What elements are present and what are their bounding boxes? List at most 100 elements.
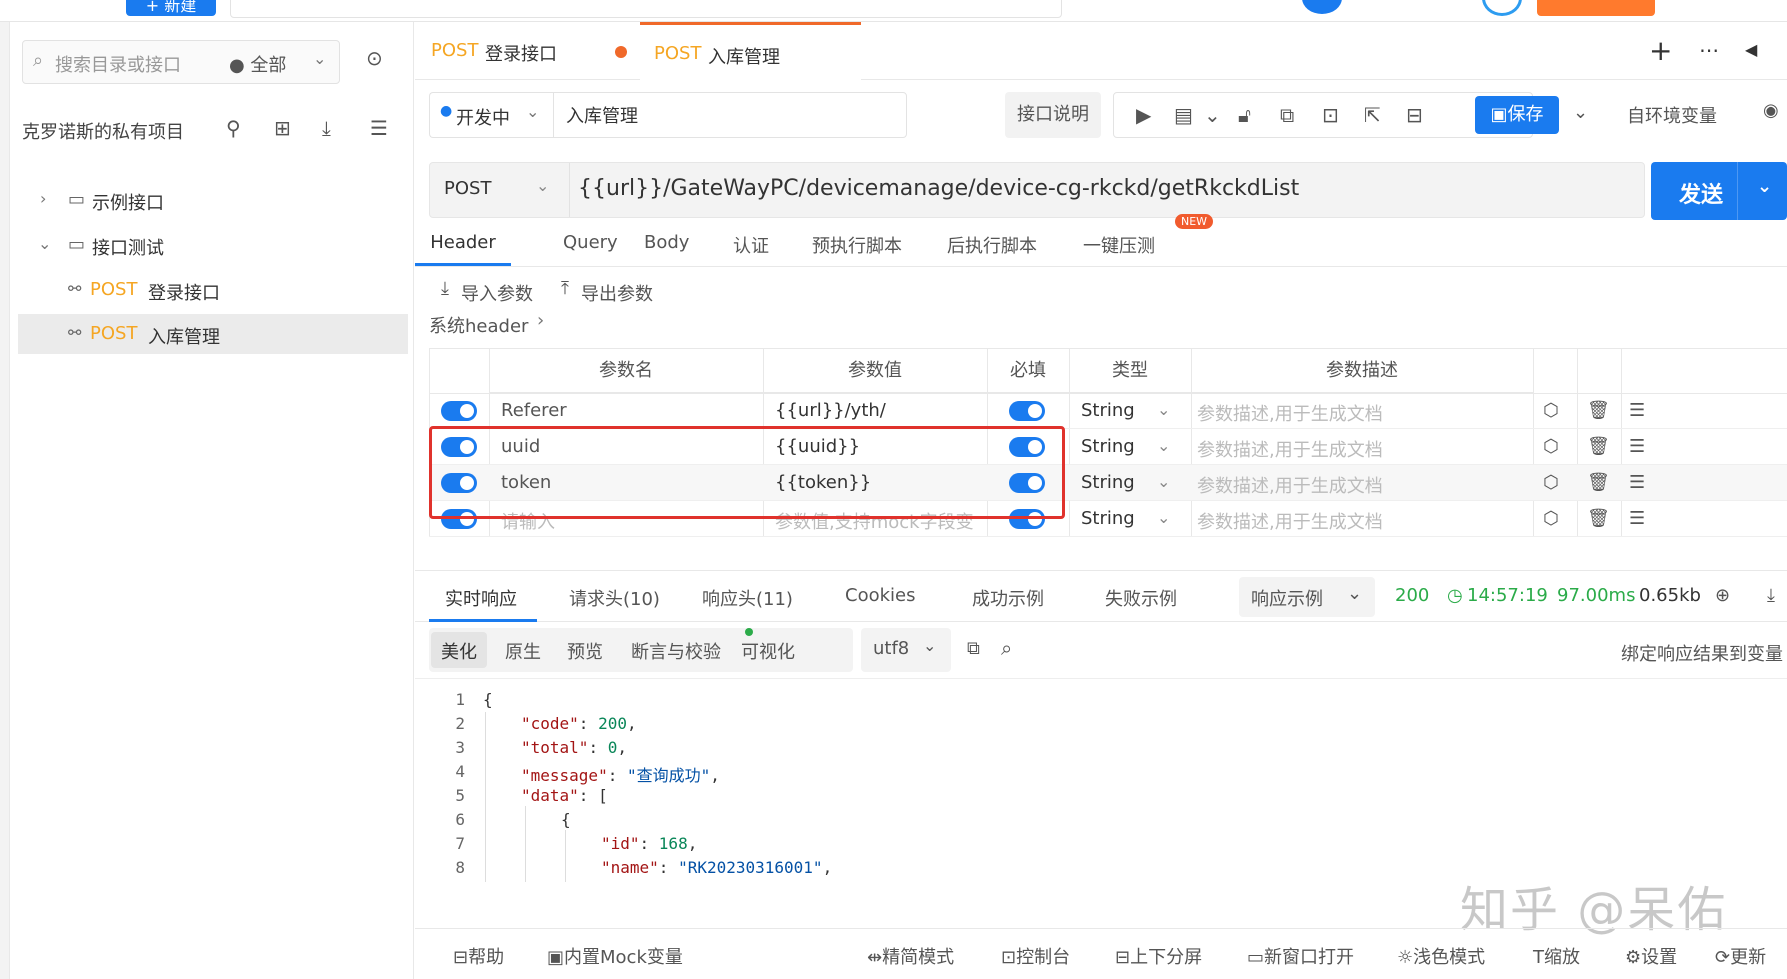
lock-icon[interactable]: 🔓︎ [1238,103,1251,127]
trash-icon[interactable]: 🗑︎ [1587,472,1610,493]
add-api-icon[interactable]: ⚲ [226,116,241,140]
copy-icon[interactable]: ⧉ [967,638,980,659]
tab-preview[interactable]: 预览 [567,638,603,664]
example-select[interactable]: 响应示例 ⌄ [1239,577,1375,617]
param-desc[interactable]: 参数描述,用于生成文档 [1197,508,1383,534]
tab-response-headers[interactable]: 响应头(11) [702,585,793,611]
param-name[interactable]: Referer [501,400,567,421]
export-button[interactable]: 导出参数 [581,280,653,306]
doc-icon[interactable]: ▤ [1174,103,1193,127]
tree-folder-tests[interactable]: ⌄ ▭ 接口测试 [18,225,408,265]
chevron-down-icon[interactable]: ⌄ [1573,102,1588,123]
chevron-down-icon[interactable]: ⌄ [313,49,326,68]
status-icon[interactable] [1302,0,1342,14]
tab-query[interactable]: Query [563,222,618,266]
chevron-down-icon[interactable]: ⌄ [1757,176,1772,197]
top-tabs-box[interactable] [230,0,1062,18]
tab-body[interactable]: Body [644,222,689,266]
add-tab-icon[interactable]: + [1649,34,1672,67]
copy-icon[interactable]: ⧉ [1280,103,1294,127]
update-button[interactable]: ⟳更新 [1715,943,1766,969]
tab-assertion[interactable]: 断言与校验 [631,638,721,664]
eye-icon[interactable]: ◉ [1763,100,1779,121]
required-toggle[interactable] [1009,401,1045,421]
compact-mode-button[interactable]: ⇹精简模式 [867,943,954,969]
tab-post-script[interactable]: 后执行脚本 [947,222,1037,266]
help-button[interactable]: ⊟帮助 [453,943,504,969]
tab-raw[interactable]: 原生 [505,638,541,664]
theme-button[interactable]: ☼浅色模式 [1397,943,1485,969]
bind-response-link[interactable]: 绑定响应结果到变量 [1621,640,1783,666]
search-input[interactable]: ⌕ 搜索目录或接口 ● 全部 ⌄ [22,40,340,84]
drag-icon[interactable]: ☰ [1629,400,1645,421]
tree-item-inbound[interactable]: ⚯ POST 入库管理 [18,314,408,354]
param-desc[interactable]: 参数描述,用于生成文档 [1197,472,1383,498]
tab-pretty[interactable]: 美化 [441,638,477,664]
mock-vars-button[interactable]: ▣内置Mock变量 [547,943,683,969]
cube-icon[interactable]: ⬡ [1543,400,1559,421]
save-button[interactable]: ▣保存 [1475,96,1559,134]
import-button[interactable]: 导入参数 [461,280,533,306]
url-input[interactable]: {{url}}/GateWayPC/devicemanage/device-cg… [578,176,1299,201]
tab-live-response[interactable]: 实时响应 [445,585,517,611]
cube-icon[interactable]: ⬡ [1543,508,1559,529]
trash-icon[interactable]: 🗑︎ [1587,400,1610,421]
chevron-down-icon[interactable]: ⌄ [1157,436,1170,455]
system-header-toggle[interactable]: 系统header [429,312,528,338]
env-var-select[interactable]: 自环境变量 [1627,102,1717,128]
env-select[interactable]: ● 开发中 ⌄ [429,92,553,138]
param-type[interactable]: String [1081,436,1135,457]
code-viewer[interactable]: 1 2 3 4 5 6 7 8 { "code": 200, "total": … [429,682,1787,902]
trash-icon[interactable]: 🗑︎ [1587,436,1610,457]
param-type[interactable]: String [1081,400,1135,421]
locate-icon[interactable]: ⊙ [366,46,383,70]
tab-inbound[interactable]: POST 入库管理 [640,22,861,80]
globe-icon[interactable]: ⊕ [1715,585,1730,606]
chevron-right-icon[interactable]: › [537,310,544,331]
cube-icon[interactable]: ⬡ [1543,472,1559,493]
console-button[interactable]: ⊡控制台 [1001,943,1070,969]
chevron-down-icon[interactable]: ⌄ [1157,508,1170,527]
chevron-down-icon[interactable]: ⌄ [1157,400,1170,419]
tab-pre-script[interactable]: 预执行脚本 [812,222,902,266]
split-button[interactable]: ⊟上下分屏 [1115,943,1202,969]
tab-success-example[interactable]: 成功示例 [972,585,1044,611]
encoding-select[interactable]: utf8 ⌄ [861,628,951,672]
param-value[interactable]: {{url}}/yth/ [775,400,886,421]
new-button[interactable]: + 新建 [126,0,216,16]
tree-folder-examples[interactable]: › ▭ 示例接口 [18,180,408,220]
tab-stress-test[interactable]: 一键压测 [1083,222,1155,266]
tab-auth[interactable]: 认证 [733,222,769,266]
settings-button[interactable]: ⚙设置 [1625,943,1677,969]
filter-select[interactable]: ● 全部 [229,51,286,77]
param-type[interactable]: String [1081,472,1135,493]
scroll-left-icon[interactable]: ◀ [1745,40,1757,59]
download-icon[interactable]: ⤓ [322,116,331,140]
send-button[interactable]: 发送 ⌄ [1651,162,1787,220]
tab-fail-example[interactable]: 失败示例 [1105,585,1177,611]
cube-icon[interactable]: ⬡ [1543,436,1559,457]
param-desc[interactable]: 参数描述,用于生成文档 [1197,436,1383,462]
new-window-button[interactable]: ▭新窗口打开 [1247,943,1354,969]
menu-icon[interactable]: ☰ [370,116,388,140]
tab-cookies[interactable]: Cookies [845,585,915,606]
download-icon[interactable]: ⤓ [1767,585,1775,606]
drag-icon[interactable]: ☰ [1629,472,1645,493]
export-icon[interactable]: ⊟ [1406,103,1423,127]
api-name-field[interactable] [553,92,907,138]
enable-toggle[interactable] [441,401,477,421]
chevron-down-icon[interactable]: ⌄ [1204,103,1221,127]
tab-header[interactable]: Header [415,222,511,266]
drag-icon[interactable]: ☰ [1629,508,1645,529]
param-type[interactable]: String [1081,508,1135,529]
method-select[interactable]: POST ⌄ [430,163,570,217]
avatar[interactable] [1482,0,1522,16]
code-icon[interactable]: ⊡ [1322,103,1339,127]
add-folder-icon[interactable]: ⊞ [274,116,291,140]
zoom-button[interactable]: T缩放 [1533,943,1580,969]
tab-request-headers[interactable]: 请求头(10) [569,585,660,611]
search-icon[interactable]: ⌕ [1001,636,1012,660]
upgrade-button[interactable] [1537,0,1655,16]
param-desc[interactable]: 参数描述,用于生成文档 [1197,400,1383,426]
tree-item-login[interactable]: ⚯ POST 登录接口 [18,270,408,310]
